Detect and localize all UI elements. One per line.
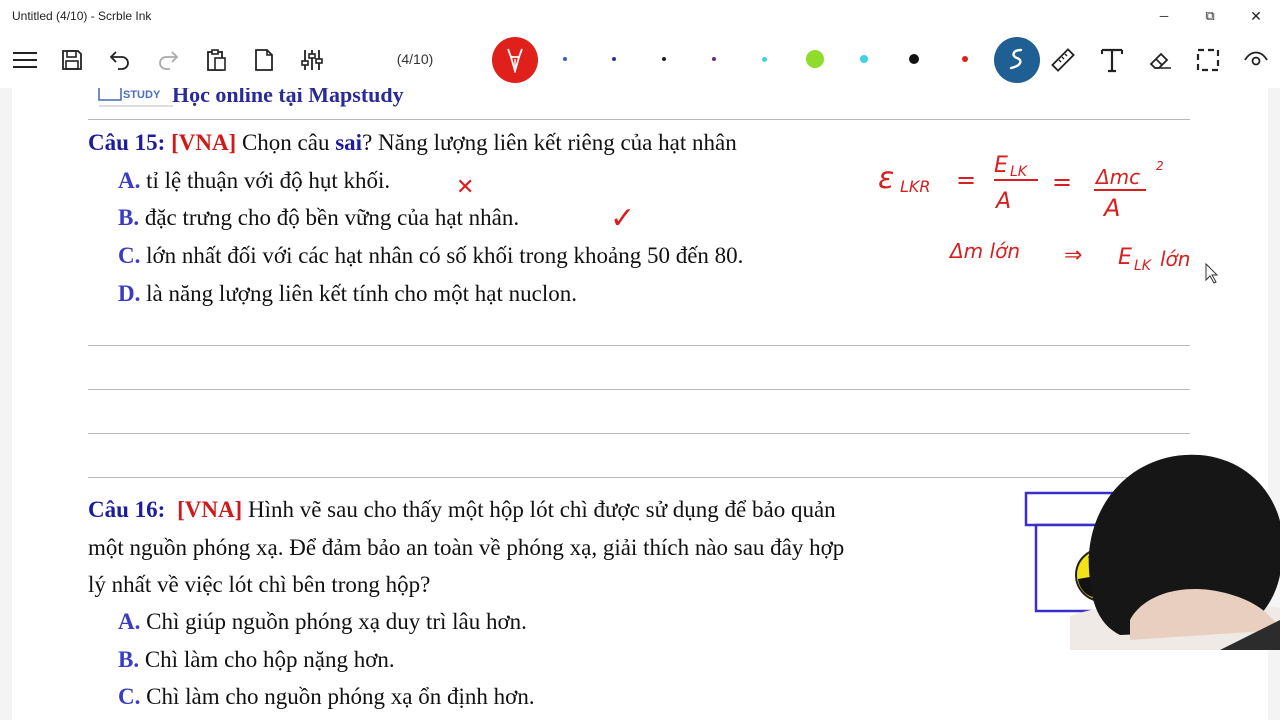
ink-lon: lớn [1160, 247, 1190, 271]
ink-frac1-num: E [994, 153, 1008, 178]
ink-frac2-den: A [1102, 194, 1120, 222]
ink-cross-mark: ✕ [456, 175, 474, 200]
ink-epsilon-sub: LKR [900, 177, 931, 196]
ink-epsilon: ε [878, 161, 894, 196]
ink-frac2-num: Δmc [1094, 165, 1140, 189]
mouse-cursor-icon [1205, 262, 1219, 284]
ink-eq2: = [1052, 168, 1072, 196]
ink-frac1-num-sub: LK [1010, 164, 1029, 180]
ink-eq1: = [956, 166, 976, 194]
ink-dm-lon: Δm lớn [948, 239, 1020, 263]
ink-arrow: ⇒ [1064, 243, 1082, 268]
ink-frac1-den: A [994, 189, 1011, 214]
ink-frac2-num-sup: 2 [1156, 159, 1164, 173]
webcam-overlay [1070, 454, 1280, 650]
ink-e-sub: LK [1134, 258, 1153, 274]
ink-check-mark: ✓ [610, 201, 635, 236]
ink-e: E [1118, 245, 1132, 270]
